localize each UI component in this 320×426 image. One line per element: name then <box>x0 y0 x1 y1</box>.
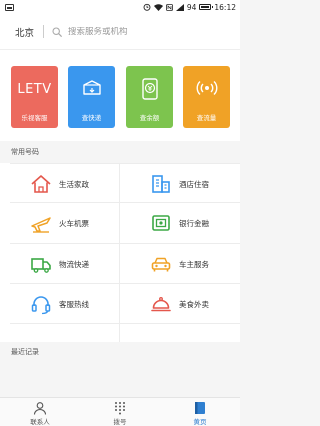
search-input[interactable] <box>68 26 219 37</box>
battery-percent: 94 <box>186 2 197 12</box>
service-car-owner[interactable]: 车主服务 <box>120 243 239 285</box>
status-left <box>5 3 14 11</box>
search-icon[interactable] <box>52 26 62 37</box>
person-icon <box>33 402 47 415</box>
safe-icon <box>152 215 170 231</box>
cell-label: 银行金融 <box>179 218 209 228</box>
tab-contacts[interactable]: 联系人 <box>0 398 80 426</box>
dialpad-icon <box>115 402 125 415</box>
service-food-delivery[interactable]: 美食外卖 <box>120 283 239 325</box>
cell-label: 生活家政 <box>59 179 89 189</box>
cell-label: 火车机票 <box>59 218 89 228</box>
letv-logo: LETV <box>17 82 52 97</box>
car-icon <box>151 257 171 272</box>
service-hotline[interactable]: 客服热线 <box>0 283 119 325</box>
yellow-pages-icon <box>195 402 205 414</box>
city-selector[interactable]: 北京 <box>15 25 34 39</box>
plane-icon <box>31 217 51 233</box>
house-icon <box>31 175 51 193</box>
status-bar: 94 16:12 <box>0 0 240 14</box>
section-title: 常用号码 <box>11 148 39 156</box>
tab-dialer[interactable]: 拨号 <box>80 398 160 426</box>
wifi-icon <box>153 3 163 11</box>
quick-tiles: LETV 乐视客服 查快递 查余额 查流量 <box>0 49 240 141</box>
signal-icon <box>196 80 217 96</box>
top-bar: 北京 <box>0 14 240 49</box>
cell-label: 客服热线 <box>59 299 89 309</box>
tile-label: 查余额 <box>139 114 160 122</box>
service-hotel[interactable]: 酒店住宿 <box>120 163 239 205</box>
service-bank-finance[interactable]: 银行金融 <box>120 202 239 244</box>
alarm-icon <box>143 3 151 11</box>
tile-check-balance[interactable]: 查余额 <box>126 66 173 128</box>
tab-label: 黄页 <box>193 418 207 426</box>
service-household[interactable]: 生活家政 <box>0 163 119 205</box>
signal-bars-icon <box>175 3 184 11</box>
cell-label: 酒店住宿 <box>179 179 209 189</box>
truck-icon <box>31 258 51 273</box>
cell-label: 物流快递 <box>59 259 89 269</box>
tab-label: 拨号 <box>113 418 127 426</box>
cell-label: 车主服务 <box>179 259 209 269</box>
divider <box>43 25 45 38</box>
section-title: 最近记录 <box>11 348 39 356</box>
tile-label: 乐视客服 <box>21 114 48 122</box>
tile-label: 查流量 <box>196 114 217 122</box>
clock: 16:12 <box>214 2 236 12</box>
headset-icon <box>31 296 51 315</box>
nfc-icon <box>165 3 173 11</box>
tile-letv-service[interactable]: LETV 乐视客服 <box>11 66 58 128</box>
balance-icon <box>141 78 158 100</box>
tab-label: 联系人 <box>30 418 50 426</box>
tile-check-express[interactable]: 查快递 <box>68 66 115 128</box>
tab-yellow-pages[interactable]: 黄页 <box>160 398 240 426</box>
recent-header: 最近记录 <box>0 342 240 362</box>
service-train-flight[interactable]: 火车机票 <box>0 202 119 244</box>
hotel-icon <box>152 175 170 193</box>
tile-label: 查快递 <box>81 114 102 122</box>
package-icon <box>82 80 101 95</box>
battery-icon <box>199 4 214 10</box>
recent-list <box>0 362 240 397</box>
image-notification-icon <box>5 3 14 11</box>
cell-label: 美食外卖 <box>179 299 209 309</box>
tile-check-data[interactable]: 查流量 <box>183 66 230 128</box>
common-numbers-header: 常用号码 <box>0 141 240 163</box>
service-logistics[interactable]: 物流快递 <box>0 243 119 285</box>
food-cover-icon <box>151 297 171 312</box>
status-right: 94 16:12 <box>143 3 236 12</box>
bottom-nav: 联系人 拨号 黄页 <box>0 397 240 426</box>
